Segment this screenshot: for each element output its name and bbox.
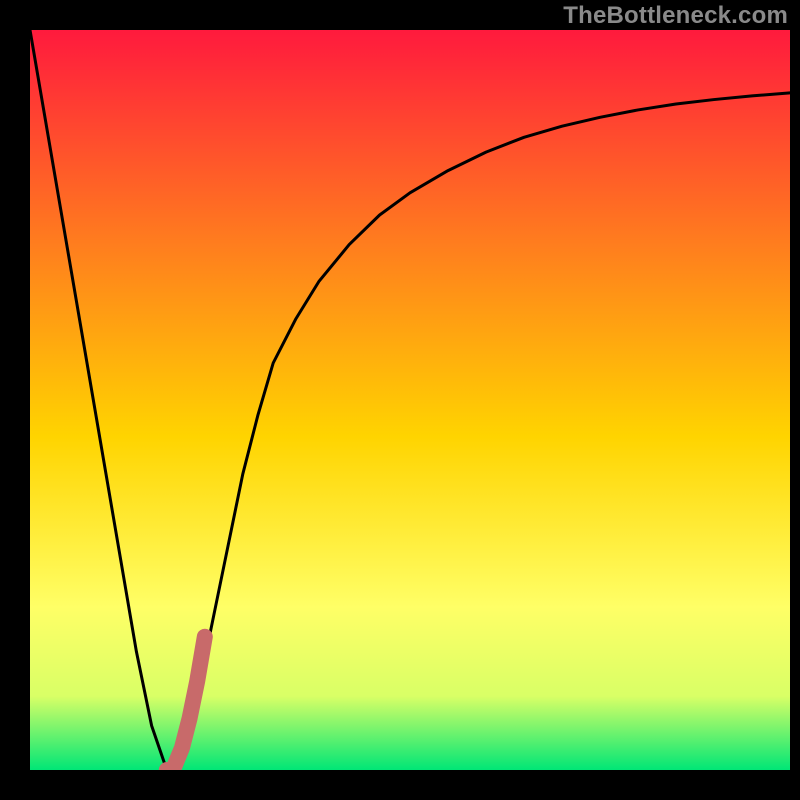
chart-stage: TheBottleneck.com <box>0 0 800 800</box>
watermark-text: TheBottleneck.com <box>563 2 788 30</box>
bottleneck-chart <box>0 0 800 800</box>
